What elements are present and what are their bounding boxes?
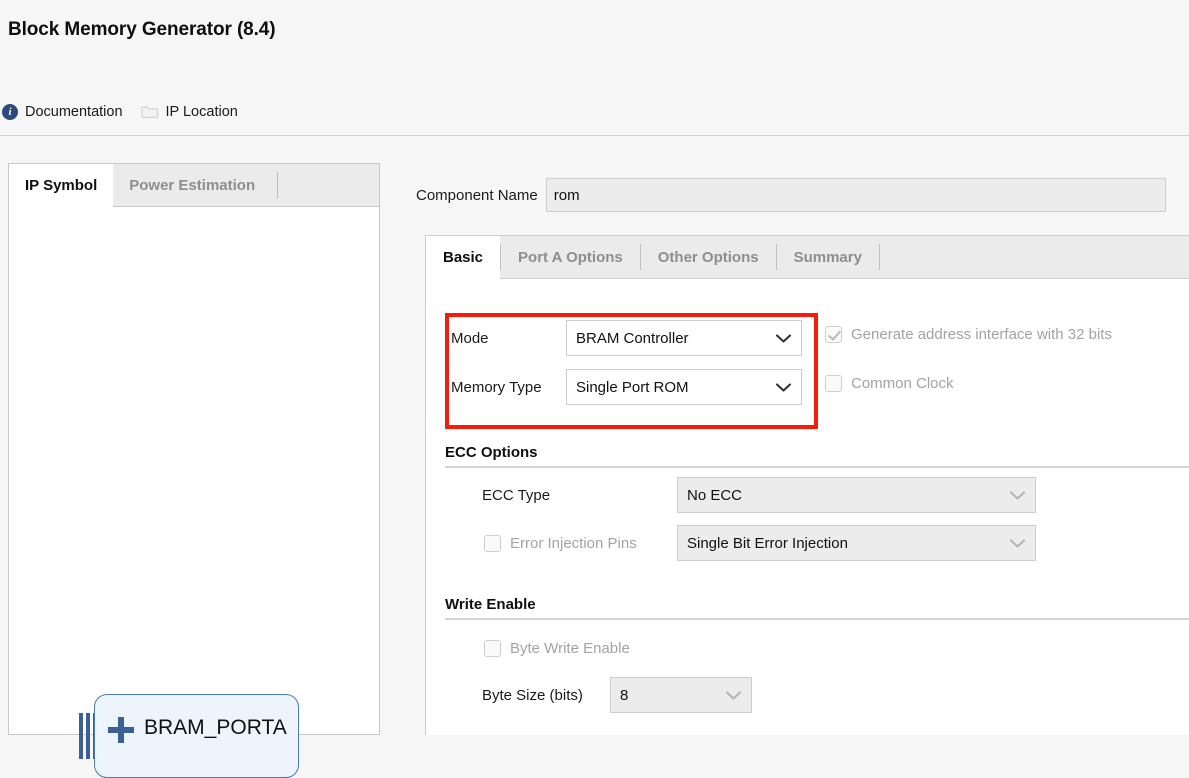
chevron-down-icon <box>725 690 742 700</box>
tab-summary-label: Summary <box>793 248 862 266</box>
bram-port-label: BRAM_PORTA <box>144 716 287 739</box>
generate-address-interface-checkbox <box>825 326 842 343</box>
header-divider <box>0 135 1189 136</box>
mode-dropdown-value: BRAM Controller <box>576 329 689 347</box>
error-injection-type-dropdown-value: Single Bit Error Injection <box>687 534 848 552</box>
chevron-down-icon <box>1009 538 1026 548</box>
plus-icon[interactable] <box>108 717 134 743</box>
byte-size-dropdown: 8 <box>610 677 752 713</box>
tab-ip-symbol-label: IP Symbol <box>25 176 98 194</box>
memory-type-dropdown-value: Single Port ROM <box>576 378 689 396</box>
ip-location-link[interactable]: IP Location <box>140 104 238 120</box>
common-clock-label: Common Clock <box>851 375 954 392</box>
main-tabs-container: Basic Port A Options Other Options Summa… <box>425 235 1189 735</box>
chevron-down-icon <box>775 333 792 343</box>
memory-type-dropdown[interactable]: Single Port ROM <box>566 369 802 405</box>
tab-port-a-options[interactable]: Port A Options <box>501 236 640 278</box>
ip-symbol-canvas: BRAM_PORTA <box>9 208 379 778</box>
byte-write-enable-label: Byte Write Enable <box>510 640 630 657</box>
main-tab-bar: Basic Port A Options Other Options Summa… <box>426 236 1189 279</box>
ecc-type-dropdown-value: No ECC <box>687 486 743 504</box>
folder-icon <box>140 105 159 119</box>
tab-other-options-label: Other Options <box>657 248 759 266</box>
ecc-options-section-title: ECC Options <box>445 444 538 461</box>
tab-ip-symbol[interactable]: IP Symbol <box>9 164 114 207</box>
error-injection-type-dropdown: Single Bit Error Injection <box>677 525 1036 561</box>
byte-write-enable-checkbox-row: Byte Write Enable <box>484 640 630 657</box>
tab-other-options[interactable]: Other Options <box>641 236 776 278</box>
memory-type-label: Memory Type <box>451 379 542 396</box>
error-injection-pins-checkbox <box>484 535 501 552</box>
write-enable-section-rule <box>445 618 1189 620</box>
write-enable-section-title: Write Enable <box>445 596 536 613</box>
byte-size-dropdown-value: 8 <box>620 686 629 704</box>
basic-tab-body: Mode BRAM Controller Memory Type Single … <box>426 279 1189 734</box>
info-icon: i <box>2 104 18 120</box>
configuration-panel: Component Name Basic Port A Options Othe… <box>416 163 1189 735</box>
ip-symbol-panel: IP Symbol Power Estimation Show disabled… <box>8 163 380 778</box>
component-name-input[interactable] <box>545 178 1166 212</box>
left-tab-bar: IP Symbol Power Estimation <box>9 164 379 207</box>
ecc-options-section-rule <box>445 466 1189 468</box>
chevron-down-icon <box>1009 490 1026 500</box>
error-injection-pins-checkbox-row: Error Injection Pins <box>484 535 637 552</box>
mode-label: Mode <box>451 330 489 347</box>
generate-address-interface-checkbox-row: Generate address interface with 32 bits <box>825 326 1112 343</box>
tab-power-estimation[interactable]: Power Estimation <box>113 164 271 206</box>
byte-write-enable-checkbox <box>484 640 501 657</box>
documentation-link-label: Documentation <box>25 104 123 120</box>
byte-size-label: Byte Size (bits) <box>482 687 583 704</box>
page-title: Block Memory Generator (8.4) <box>8 19 276 40</box>
tab-summary[interactable]: Summary <box>777 236 879 278</box>
generate-address-interface-label: Generate address interface with 32 bits <box>851 326 1112 343</box>
header-link-bar: i Documentation IP Location <box>0 96 256 128</box>
common-clock-checkbox <box>825 375 842 392</box>
error-injection-pins-label: Error Injection Pins <box>510 535 637 552</box>
ecc-type-dropdown: No ECC <box>677 477 1036 513</box>
tab-basic[interactable]: Basic <box>426 236 501 279</box>
documentation-link[interactable]: i Documentation <box>2 104 123 120</box>
chevron-down-icon <box>775 382 792 392</box>
tab-basic-label: Basic <box>443 248 484 266</box>
tab-separator <box>878 244 880 270</box>
folder-icon-svg <box>140 106 158 118</box>
mode-dropdown[interactable]: BRAM Controller <box>566 320 802 356</box>
ip-location-link-label: IP Location <box>165 104 238 120</box>
component-name-row: Component Name <box>416 177 1166 213</box>
tab-power-estimation-label: Power Estimation <box>129 176 256 194</box>
ecc-type-label: ECC Type <box>482 487 551 504</box>
dialog-header: Block Memory Generator (8.4) i Documenta… <box>0 0 1189 136</box>
tab-separator <box>277 172 279 198</box>
common-clock-checkbox-row: Common Clock <box>825 375 954 392</box>
tab-port-a-options-label: Port A Options <box>518 248 623 266</box>
component-name-label: Component Name <box>416 186 538 204</box>
